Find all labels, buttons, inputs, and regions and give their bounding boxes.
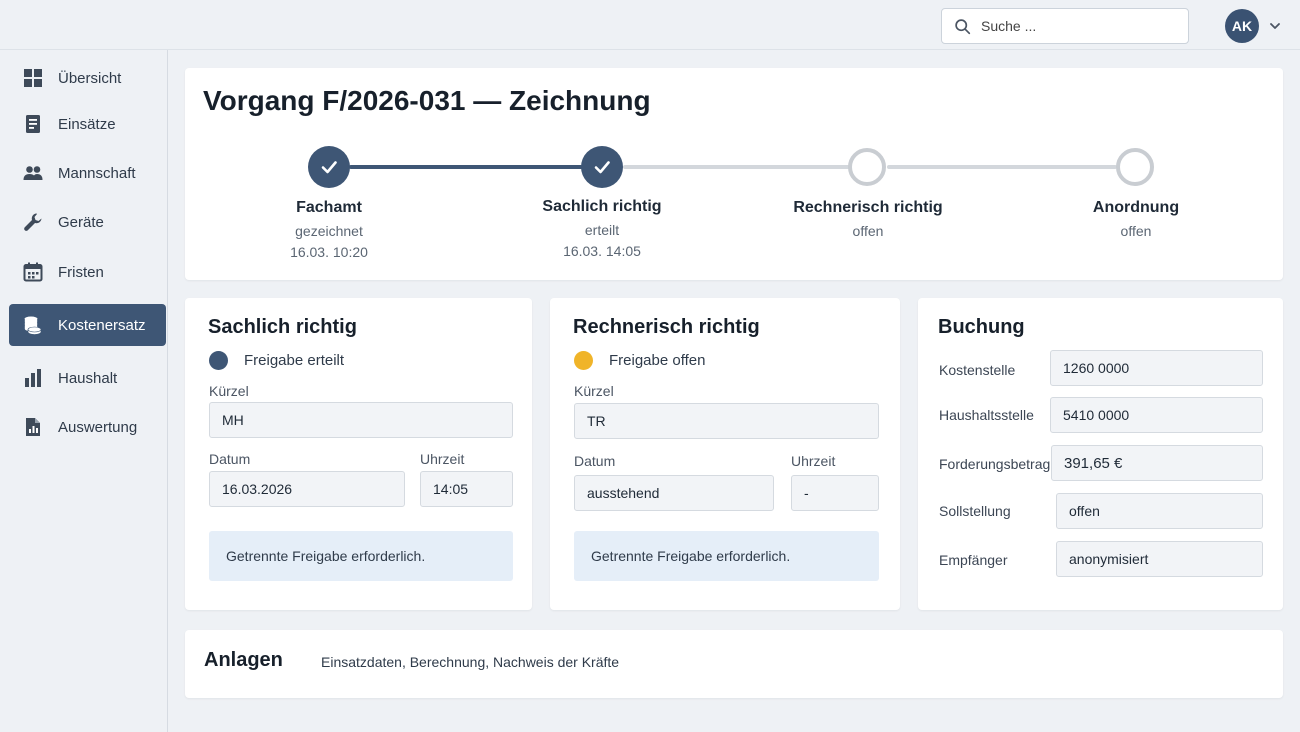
dashboard-icon [23, 68, 43, 88]
report-icon [23, 417, 43, 437]
coins-icon [23, 315, 43, 335]
uhrzeit-field[interactable]: - [791, 475, 879, 511]
step-anordnung: Anordnung offen [1036, 199, 1236, 239]
uhrzeit-field[interactable]: 14:05 [420, 471, 513, 507]
step-name: Sachlich richtig [542, 198, 662, 215]
bar-chart-icon [23, 368, 43, 388]
search-input[interactable] [981, 18, 1171, 34]
sidebar: Übersicht Einsätze Mannschaft Geräte Fri… [0, 50, 168, 732]
sachlich-card: Sachlich richtig Freigabe erteilt Kürzel… [185, 298, 532, 610]
hint-box: Getrennte Freigabe erforderlich. [574, 531, 879, 581]
status-dot [209, 351, 228, 370]
kostenstelle-label: Kostenstelle [939, 362, 1016, 378]
kuerzel-label: Kürzel [209, 383, 249, 399]
page-title: Vorgang F/2026-031 — Zeichnung [203, 85, 651, 116]
datum-field[interactable]: 16.03.2026 [209, 471, 405, 507]
kuerzel-field[interactable]: TR [574, 403, 879, 439]
people-icon [23, 163, 43, 183]
sollstellung-field[interactable]: offen [1056, 493, 1263, 529]
step-fachamt: Fachamt gezeichnet 16.03. 10:20 [229, 199, 429, 260]
step-name: Rechnerisch richtig [793, 199, 943, 216]
card-title: Rechnerisch richtig [573, 316, 760, 338]
card-title: Sachlich richtig [208, 316, 357, 338]
status-text: Freigabe erteilt [244, 352, 345, 369]
wrench-icon [23, 212, 43, 232]
hint-box: Getrennte Freigabe erforderlich. [209, 531, 513, 581]
sidebar-item-label: Kostenersatz [58, 316, 146, 334]
sidebar-item-label: Auswertung [58, 418, 138, 436]
top-bar: AK [0, 0, 1300, 50]
forderungsbetrag-label: Forderungsbetrag [939, 456, 1051, 472]
status-row: Freigabe offen [574, 351, 705, 370]
anlagen-title: Anlagen [204, 649, 283, 671]
step-date: 16.03. 14:05 [563, 243, 641, 259]
sidebar-item-fristen[interactable]: Fristen [9, 251, 166, 293]
datum-label: Datum [574, 453, 616, 469]
check-icon [594, 161, 610, 174]
sollstellung-label: Sollstellung [939, 503, 1011, 519]
sidebar-item-label: Haushalt [58, 369, 118, 387]
sidebar-item-label: Einsätze [58, 115, 116, 133]
uhrzeit-label: Uhrzeit [791, 453, 836, 469]
step-indicator-rechnerisch [848, 148, 886, 186]
step-status: offen [852, 223, 884, 239]
anlagen-card: Anlagen Einsatzdaten, Berechnung, Nachwe… [185, 630, 1283, 698]
sidebar-item-haushalt[interactable]: Haushalt [9, 357, 166, 399]
search-icon [955, 18, 971, 34]
step-rechnerisch: Rechnerisch richtig offen [768, 199, 968, 239]
step-indicator-sachlich [581, 146, 623, 188]
process-card: Vorgang F/2026-031 — Zeichnung Fachamt g… [185, 68, 1283, 280]
buchung-card: Buchung Kostenstelle 1260 0000 Haushalts… [918, 298, 1283, 610]
step-indicator-anordnung [1116, 148, 1154, 186]
kuerzel-field[interactable]: MH [209, 402, 513, 438]
kuerzel-label: Kürzel [574, 383, 614, 399]
step-name: Fachamt [296, 199, 362, 216]
sidebar-item-kostenersatz[interactable]: Kostenersatz [9, 304, 166, 346]
status-dot [574, 351, 593, 370]
sidebar-item-label: Geräte [58, 213, 104, 231]
haushaltsstelle-field[interactable]: 5410 0000 [1050, 397, 1263, 433]
search-box[interactable] [941, 8, 1189, 44]
anlagen-list[interactable]: Einsatzdaten, Berechnung, Nachweis der K… [321, 654, 619, 670]
step-status: offen [1120, 223, 1152, 239]
empfaenger-label: Empfänger [939, 552, 1008, 568]
empfaenger-field[interactable]: anonymisiert [1056, 541, 1263, 577]
rechnerisch-card: Rechnerisch richtig Freigabe offen Kürze… [550, 298, 900, 610]
card-title: Buchung [938, 316, 1025, 338]
status-text: Freigabe offen [609, 352, 706, 369]
step-date: 16.03. 10:20 [290, 244, 368, 260]
datum-field[interactable]: ausstehend [574, 475, 774, 511]
sidebar-item-label: Fristen [58, 263, 104, 281]
step-indicator-fachamt [308, 146, 350, 188]
step-status: erteilt [584, 222, 620, 238]
step-sachlich: Sachlich richtig erteilt 16.03. 14:05 [502, 198, 702, 259]
check-icon [321, 161, 337, 174]
uhrzeit-label: Uhrzeit [420, 451, 465, 467]
sidebar-item-einsaetze[interactable]: Einsätze [9, 103, 166, 145]
sidebar-item-uebersicht[interactable]: Übersicht [9, 57, 166, 99]
step-connector-open [887, 165, 1117, 169]
step-name: Anordnung [1092, 199, 1180, 216]
sidebar-item-auswertung[interactable]: Auswertung [9, 406, 166, 448]
forderungsbetrag-field[interactable]: 391,65 € [1051, 445, 1263, 481]
step-connector-open [623, 165, 868, 169]
haushaltsstelle-label: Haushaltsstelle [939, 407, 1034, 423]
sidebar-item-label: Mannschaft [58, 164, 136, 182]
step-connector-done [349, 165, 602, 169]
kostenstelle-field[interactable]: 1260 0000 [1050, 350, 1263, 386]
step-status: gezeichnet [295, 223, 363, 239]
avatar[interactable]: AK [1225, 9, 1259, 43]
sidebar-item-geraete[interactable]: Geräte [9, 201, 166, 243]
status-row: Freigabe erteilt [209, 351, 344, 370]
datum-label: Datum [209, 451, 251, 467]
calendar-icon [23, 262, 43, 282]
document-icon [23, 114, 43, 134]
sidebar-item-mannschaft[interactable]: Mannschaft [9, 152, 166, 194]
sidebar-item-label: Übersicht [58, 69, 122, 87]
chevron-down-icon[interactable] [1268, 19, 1282, 33]
